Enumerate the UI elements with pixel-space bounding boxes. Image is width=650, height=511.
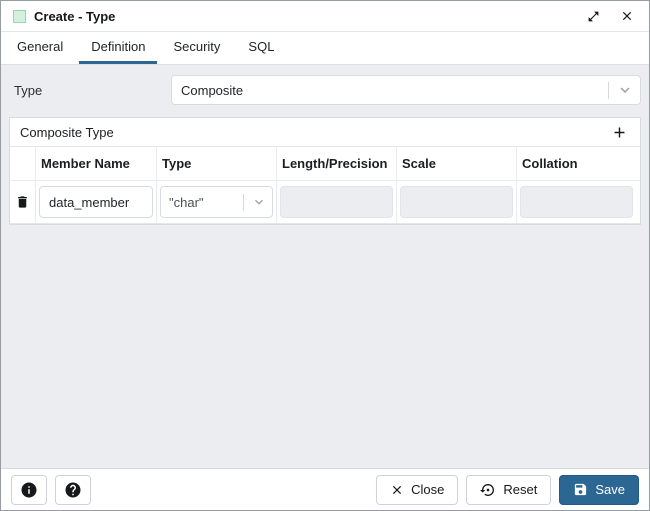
save-button-label: Save	[595, 482, 625, 497]
member-name-input[interactable]	[39, 186, 153, 218]
member-type-value: "char"	[169, 195, 243, 210]
grid-header-row: Member Name Type Length/Precision Scale …	[10, 146, 640, 180]
save-icon	[573, 482, 588, 497]
definition-panel: Type Composite Composite Type Member Nam…	[1, 65, 649, 468]
dialog-titlebar: Create - Type	[1, 1, 649, 32]
type-badge-icon	[13, 10, 26, 23]
trash-icon	[15, 194, 30, 210]
tab-sql[interactable]: SQL	[236, 32, 286, 64]
question-icon	[64, 481, 82, 499]
type-field-label: Type	[9, 83, 171, 98]
chevron-down-icon	[616, 81, 634, 99]
composite-type-title: Composite Type	[20, 125, 114, 140]
grid-header-delete	[10, 147, 36, 180]
expand-icon[interactable]	[583, 6, 603, 26]
grid-header-member-name: Member Name	[36, 147, 157, 180]
dialog-footer: Close Reset Save	[1, 468, 649, 510]
info-icon	[20, 481, 38, 499]
reset-icon	[480, 482, 496, 498]
dialog-tabs: General Definition Security SQL	[1, 32, 649, 65]
chevron-down-icon	[251, 194, 267, 210]
tab-general[interactable]: General	[5, 32, 75, 64]
type-select-value: Composite	[181, 83, 608, 98]
member-type-select[interactable]: "char"	[160, 186, 273, 218]
composite-type-header: Composite Type	[10, 118, 640, 146]
dialog-title: Create - Type	[34, 9, 115, 24]
scale-input	[400, 186, 513, 218]
create-type-dialog: Create - Type General Definition Securit…	[0, 0, 650, 511]
select-separator	[243, 194, 244, 211]
add-row-button[interactable]	[608, 121, 630, 143]
grid-header-type: Type	[157, 147, 277, 180]
type-field-row: Type Composite	[9, 75, 641, 105]
save-button[interactable]: Save	[559, 475, 639, 505]
sql-help-button[interactable]	[11, 475, 47, 505]
type-select[interactable]: Composite	[171, 75, 641, 105]
dialog-help-button[interactable]	[55, 475, 91, 505]
delete-row-button[interactable]	[10, 181, 36, 223]
grid-header-scale: Scale	[397, 147, 517, 180]
reset-button-label: Reset	[503, 482, 537, 497]
close-icon[interactable]	[617, 6, 637, 26]
close-button-label: Close	[411, 482, 444, 497]
close-button[interactable]: Close	[376, 475, 458, 505]
length-precision-input	[280, 186, 393, 218]
composite-type-panel: Composite Type Member Name Type Length/P…	[9, 117, 641, 225]
select-separator	[608, 82, 609, 99]
tab-security[interactable]: Security	[161, 32, 232, 64]
tab-definition[interactable]: Definition	[79, 32, 157, 64]
collation-input	[520, 186, 633, 218]
table-row: "char"	[10, 180, 640, 224]
x-icon	[390, 483, 404, 497]
grid-header-length-precision: Length/Precision	[277, 147, 397, 180]
reset-button[interactable]: Reset	[466, 475, 551, 505]
grid-header-collation: Collation	[517, 147, 640, 180]
